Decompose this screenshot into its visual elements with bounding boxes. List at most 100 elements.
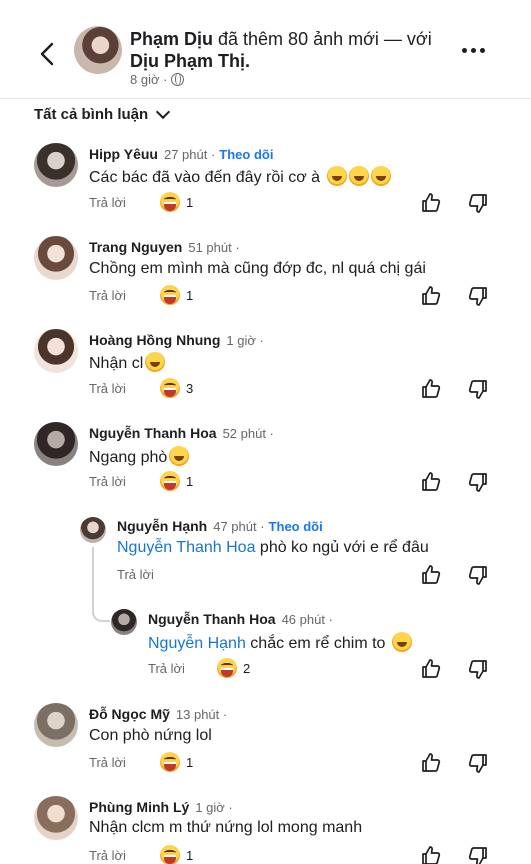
reply-button[interactable]: Trả lời (89, 755, 126, 770)
post-title: Phạm Dịu đã thêm 80 ảnh mới — với Dịu Ph… (130, 28, 460, 72)
thread-connector (92, 600, 110, 622)
reply-button[interactable]: Trả lời (117, 567, 154, 582)
reply-button[interactable]: Trả lời (89, 474, 126, 489)
follow-button[interactable]: Theo dõi (269, 519, 323, 534)
commenter-name[interactable]: Hoàng Hồng Nhung (89, 332, 220, 348)
reaction-summary[interactable]: 3 (160, 378, 193, 398)
comment-header: Hipp Yêuu 27 phút · Theo dõi (89, 146, 273, 162)
comment-body: Con phò nứng lol (89, 727, 212, 744)
thumbs-down-icon[interactable] (466, 751, 490, 775)
avatar[interactable] (34, 143, 78, 187)
thumbs-up-icon[interactable] (419, 284, 443, 308)
reaction-summary[interactable]: 2 (217, 658, 250, 678)
reaction-summary[interactable]: 1 (160, 845, 193, 864)
thumbs-down-icon[interactable] (466, 470, 490, 494)
reaction-count: 3 (186, 380, 194, 396)
more-icon[interactable] (462, 44, 492, 56)
comment-time: 46 phút · (281, 612, 333, 627)
comment-body: Nhận clcm m thứ nứng lol mong manh (89, 819, 363, 836)
haha-reaction-icon (160, 471, 180, 491)
chevron-down-icon (156, 104, 171, 120)
reaction-count: 1 (186, 194, 194, 210)
avatar[interactable] (34, 236, 78, 280)
comment-text: Nhận cl (89, 352, 166, 373)
comment-body: Nhận cl (89, 355, 144, 372)
comment-time: 52 phút · (222, 426, 274, 441)
thumbs-down-icon[interactable] (466, 844, 490, 864)
comment-text: Nguyễn Hạnh chắc em rể chim to (148, 632, 412, 653)
comment-body: Các bác đã vào đến đây rồi cơ à (89, 169, 321, 186)
comment-body: chắc em rể chim to (245, 635, 386, 652)
commenter-name[interactable]: Phùng Minh Lý (89, 799, 189, 815)
tagged-name[interactable]: Dịu Phạm Thị. (130, 51, 250, 71)
thumbs-down-icon[interactable] (466, 657, 490, 681)
author-name[interactable]: Phạm Dịu (130, 29, 213, 49)
comment-body: Chồng em mình mà cũng đớp đc, nl quá chị… (89, 260, 426, 277)
reaction-count: 2 (243, 660, 251, 676)
thumbs-up-icon[interactable] (419, 844, 443, 864)
comment-time: 13 phút · (175, 707, 228, 722)
thumbs-up-icon[interactable] (419, 657, 443, 681)
comment-filter-dropdown[interactable]: Tất cả bình luận (34, 104, 171, 123)
commenter-name[interactable]: Nguyễn Hạnh (117, 518, 207, 534)
avatar[interactable] (34, 422, 78, 466)
commenter-name[interactable]: Nguyễn Thanh Hoa (89, 425, 217, 441)
commenter-name[interactable]: Nguyễn Thanh Hoa (148, 611, 276, 627)
reply-button[interactable]: Trả lời (89, 288, 126, 303)
reaction-count: 1 (186, 847, 194, 863)
thumbs-up-icon[interactable] (419, 377, 443, 401)
thumbs-up-icon[interactable] (419, 751, 443, 775)
comment-header: Hoàng Hồng Nhung 1 giờ · (89, 332, 264, 348)
haha-reaction-icon (217, 658, 237, 678)
reaction-count: 1 (186, 473, 194, 489)
reaction-summary[interactable]: 1 (160, 752, 193, 772)
reply-button[interactable]: Trả lời (89, 848, 126, 863)
haha-reaction-icon (160, 845, 180, 864)
filter-label: Tất cả bình luận (34, 106, 149, 123)
follow-button[interactable]: Theo dõi (219, 147, 273, 162)
avatar[interactable] (34, 703, 78, 747)
thumbs-up-icon[interactable] (419, 470, 443, 494)
reply-button[interactable]: Trả lời (89, 381, 126, 396)
post-header: Phạm Dịu đã thêm 80 ảnh mới — với Dịu Ph… (0, 0, 531, 100)
mention-link[interactable]: Nguyễn Hạnh (148, 635, 246, 652)
comment-header: Nguyễn Thanh Hoa 46 phút · (148, 611, 333, 627)
comment-time: 1 giờ · (226, 333, 264, 348)
globe-icon (171, 73, 185, 86)
thumbs-up-icon[interactable] (419, 563, 443, 587)
thumbs-down-icon[interactable] (466, 191, 490, 215)
comment-text: Ngang phò (89, 446, 190, 467)
comment-header: Đỗ Ngọc Mỹ 13 phút · (89, 706, 227, 722)
comment-time: 27 phút · (163, 147, 216, 162)
reply-button[interactable]: Trả lời (148, 661, 185, 676)
thumbs-down-icon[interactable] (466, 377, 490, 401)
reaction-summary[interactable]: 1 (160, 471, 193, 491)
thumbs-up-icon[interactable] (419, 191, 443, 215)
avatar[interactable] (34, 329, 78, 373)
comment-text: Các bác đã vào đến đây rồi cơ à (89, 166, 391, 187)
comment-body: phò ko ngủ với e rể đâu (255, 539, 429, 556)
commenter-name[interactable]: Đỗ Ngọc Mỹ (89, 706, 170, 722)
haha-reaction-icon (160, 285, 180, 305)
post-time: 8 giờ · (130, 72, 168, 87)
comment-time: 1 giờ · (195, 800, 233, 815)
thumbs-down-icon[interactable] (466, 284, 490, 308)
mention-link[interactable]: Nguyễn Thanh Hoa (117, 539, 255, 556)
laughing-emoji-icon (348, 166, 369, 186)
thumbs-down-icon[interactable] (466, 563, 490, 587)
chevron-left-icon[interactable] (36, 40, 60, 68)
comment-header: Nguyễn Hạnh 47 phút · Theo dõi (117, 518, 323, 534)
avatar[interactable] (80, 517, 106, 543)
post-action: đã thêm 80 ảnh mới — với (213, 29, 432, 49)
comment-time: 51 phút · (188, 240, 240, 255)
commenter-name[interactable]: Hipp Yêuu (89, 146, 158, 162)
reply-button[interactable]: Trả lời (89, 195, 126, 210)
laughing-emoji-icon (326, 166, 347, 186)
avatar[interactable] (111, 609, 137, 635)
reaction-summary[interactable]: 1 (160, 285, 193, 305)
commenter-name[interactable]: Trang Nguyen (89, 239, 182, 255)
reaction-summary[interactable]: 1 (160, 192, 193, 212)
comment-header: Trang Nguyen 51 phút · (89, 239, 240, 255)
author-avatar[interactable] (74, 26, 122, 74)
avatar[interactable] (34, 796, 78, 840)
